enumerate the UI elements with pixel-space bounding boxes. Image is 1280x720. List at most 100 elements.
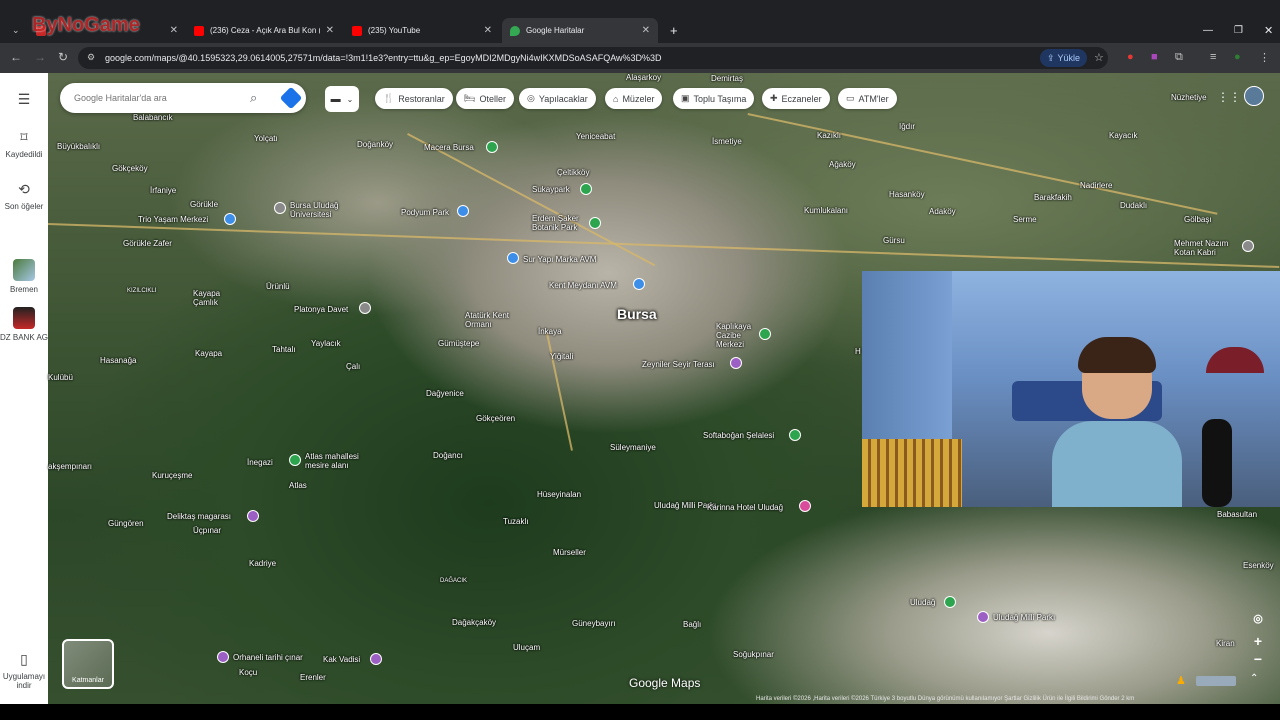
chip-hotels[interactable]: 🛏 Oteller — [456, 88, 514, 109]
chip-label: ATM'ler — [858, 93, 889, 104]
menu-button[interactable]: ☰ — [0, 91, 48, 112]
recent-place-dz-bank[interactable]: DZ BANK AG — [0, 307, 48, 342]
reload-icon[interactable]: ↻ — [58, 50, 68, 64]
landmark-pin-icon[interactable] — [977, 611, 989, 623]
extensions-puzzle-icon[interactable]: ⧉ — [1175, 51, 1183, 64]
university-pin-icon[interactable] — [274, 202, 286, 214]
poi-label[interactable]: Macera Bursa — [424, 143, 474, 152]
close-tab-icon[interactable]: ✕ — [642, 25, 650, 36]
poi-label[interactable]: Mehmet Nazım Kotan Kabri — [1174, 239, 1238, 257]
chip-atms[interactable]: ▭ ATM'ler — [838, 88, 897, 109]
search-icon[interactable]: ⌕ — [250, 90, 257, 106]
chip-restaurants[interactable]: 🍴 Restoranlar — [375, 88, 453, 109]
maximize-icon[interactable]: ❐ — [1226, 18, 1251, 43]
poi-label[interactable]: Erdem Şaker Botanik Park — [532, 214, 592, 232]
tab-list-button[interactable]: ⌄ — [4, 18, 24, 43]
account-avatar[interactable] — [1244, 86, 1264, 106]
poi-label[interactable]: Platonya Davet — [294, 305, 348, 314]
extension-red-icon[interactable]: ● — [1127, 51, 1134, 63]
viewpoint-pin-icon[interactable] — [730, 357, 742, 369]
poi-label[interactable]: Atlas mahallesi mesire alanı — [305, 452, 375, 470]
chip-label: Müzeler — [622, 93, 655, 104]
poi-label[interactable]: Atatürk Kent Ormanı — [465, 311, 523, 329]
chip-pharmacies[interactable]: ✚ Eczaneler — [762, 88, 830, 109]
venue-pin-icon[interactable] — [359, 302, 371, 314]
chip-transit[interactable]: ▣ Toplu Taşıma — [673, 88, 755, 109]
upload-button[interactable]: ⇪ Yükle — [1040, 49, 1088, 67]
apps-grid-icon[interactable]: ⋮⋮ — [1217, 90, 1241, 104]
park-pin-icon[interactable] — [486, 141, 498, 153]
chip-label: Yapılacaklar — [538, 93, 588, 104]
landmark-pin-icon[interactable] — [370, 653, 382, 665]
zoom-out-button[interactable]: − — [1249, 650, 1267, 668]
poi-label[interactable]: Zeyniler Seyir Terası — [642, 360, 715, 369]
profile-avatar-icon[interactable]: ● — [1234, 51, 1241, 63]
layers-button[interactable]: Katmanlar — [62, 639, 114, 689]
search-input[interactable] — [74, 93, 242, 103]
poi-label[interactable]: Podyum Park — [401, 208, 449, 217]
site-info-icon[interactable]: ⚙ — [87, 52, 95, 63]
expand-up-icon[interactable]: ⌃ — [1250, 673, 1258, 684]
recent-button[interactable]: ⟲ Son öğeler — [0, 181, 48, 211]
poi-label[interactable]: Kent Meydanı AVM — [549, 281, 617, 290]
tab-youtube-ceza[interactable]: (236) Ceza - Açık Ara Bul Kon ( ✕ — [186, 18, 342, 43]
poi-label[interactable]: Karinna Hotel Uludağ — [707, 503, 783, 512]
shopping-pin-icon[interactable] — [224, 213, 236, 225]
shopping-pin-icon[interactable] — [507, 252, 519, 264]
imagery-thumbnails[interactable] — [1196, 676, 1236, 686]
landmark-pin-icon[interactable] — [1242, 240, 1254, 252]
park-pin-icon[interactable] — [289, 454, 301, 466]
poi-label[interactable]: Kak Vadisi — [323, 655, 360, 664]
media-control-icon[interactable]: ≡ — [1210, 51, 1216, 63]
back-icon[interactable]: ← — [10, 50, 22, 64]
poi-label[interactable]: Orhaneli tarihi çınar — [233, 653, 303, 662]
extension-purple-icon[interactable]: ■ — [1151, 51, 1158, 63]
poi-label[interactable]: Bursa Uludağ Üniversitesi — [290, 201, 350, 219]
bookmark-star-icon[interactable]: ☆ — [1094, 51, 1104, 64]
close-tab-icon[interactable]: ✕ — [484, 25, 492, 36]
chip-museums[interactable]: ⌂ Müzeler — [605, 88, 663, 109]
new-tab-button[interactable]: + — [662, 18, 682, 43]
minimize-icon[interactable]: — — [1195, 18, 1221, 43]
saved-button[interactable]: ⌑ Kaydedildi — [0, 129, 48, 159]
park-pin-icon[interactable] — [589, 217, 601, 229]
forward-icon[interactable]: → — [34, 50, 46, 64]
shopping-pin-icon[interactable] — [633, 278, 645, 290]
place-label: Çalı — [346, 362, 361, 371]
bookmark-icon: ⌑ — [20, 129, 28, 145]
poi-label[interactable]: Uludağ Milli Parkı — [993, 613, 1055, 622]
layer-menu-button[interactable]: ▬ ⌄ — [325, 86, 359, 112]
park-pin-icon[interactable] — [759, 328, 771, 340]
poi-label[interactable]: Deliktaş magarası — [167, 512, 231, 521]
waterfall-pin-icon[interactable] — [789, 429, 801, 441]
close-window-icon[interactable]: ✕ — [1256, 18, 1280, 43]
hotel-pin-icon[interactable] — [799, 500, 811, 512]
url-field[interactable]: ⚙ google.com/maps/@40.1595323,29.0614005… — [78, 47, 1108, 69]
zoom-in-button[interactable]: + — [1249, 632, 1267, 650]
shopping-pin-icon[interactable] — [457, 205, 469, 217]
landmark-pin-icon[interactable] — [217, 651, 229, 663]
poi-label[interactable]: Sur Yapı Marka AVM — [523, 255, 596, 264]
chip-things-to-do[interactable]: ◎ Yapılacaklar — [519, 88, 596, 109]
tab-youtube[interactable]: (235) YouTube ✕ — [344, 18, 500, 43]
poi-label[interactable]: Trio Yaşam Merkezi — [138, 215, 208, 224]
cave-pin-icon[interactable] — [247, 510, 259, 522]
url-text: google.com/maps/@40.1595323,29.0614005,2… — [105, 53, 662, 63]
close-tab-icon[interactable]: ✕ — [170, 25, 178, 36]
pegman-icon[interactable]: ♟ — [1176, 674, 1186, 687]
city-label-bursa[interactable]: Bursa — [617, 306, 657, 322]
place-label: Çeltikköy — [557, 168, 590, 177]
my-location-icon[interactable]: ◎ — [1249, 610, 1267, 628]
mountain-pin-icon[interactable] — [944, 596, 956, 608]
close-tab-icon[interactable]: ✕ — [326, 25, 334, 36]
chrome-menu-icon[interactable]: ⋮ — [1259, 51, 1270, 64]
get-app-button[interactable]: ▯ Uygulamayı indir — [0, 651, 48, 690]
recent-place-bremen[interactable]: Bremen — [0, 259, 48, 294]
poi-label[interactable]: Sukaypark — [532, 185, 570, 194]
tab-google-maps[interactable]: Google Haritalar ✕ — [502, 18, 658, 43]
poi-label[interactable]: Uludağ — [910, 598, 935, 607]
search-box[interactable]: ⌕ — [60, 83, 306, 113]
poi-label[interactable]: Softaboğan Şelalesi — [703, 431, 774, 440]
bremen-thumbnail — [13, 259, 35, 281]
park-pin-icon[interactable] — [580, 183, 592, 195]
